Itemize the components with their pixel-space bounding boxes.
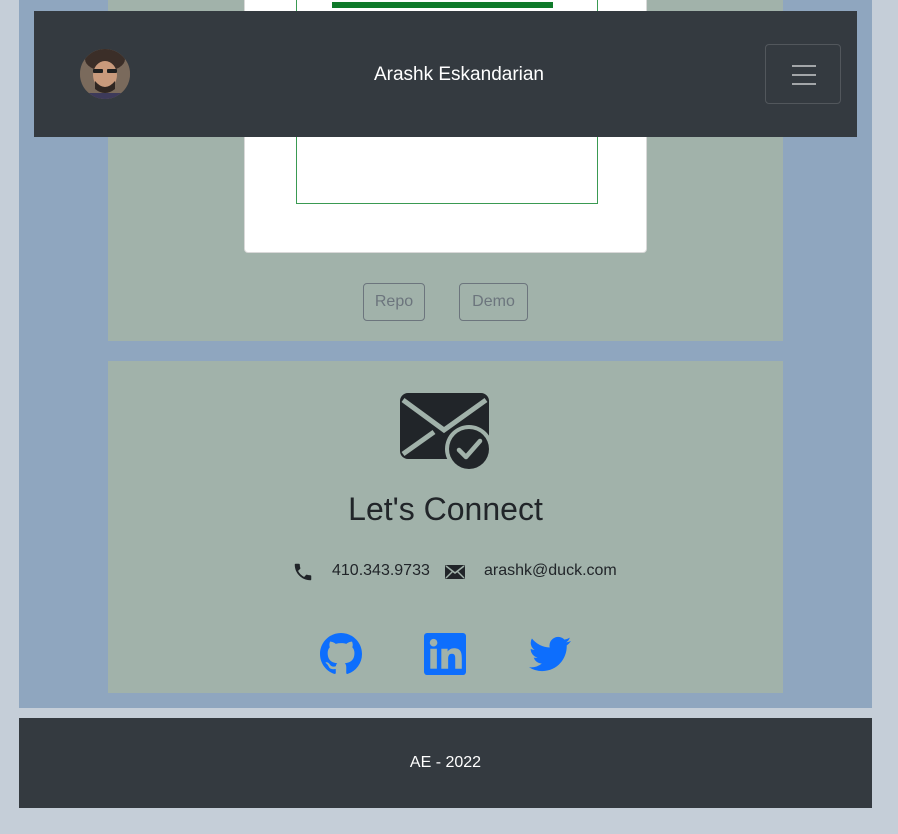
avatar[interactable] — [80, 49, 130, 99]
phone-icon — [294, 563, 312, 581]
menu-toggle-button[interactable] — [765, 44, 841, 104]
avatar-image — [80, 49, 130, 99]
repo-button[interactable]: Repo — [363, 283, 425, 321]
github-icon[interactable] — [320, 633, 362, 675]
phone-number[interactable]: 410.343.9733 — [332, 562, 430, 580]
envelope-icon — [445, 565, 465, 579]
demo-button[interactable]: Demo — [459, 283, 528, 321]
twitter-icon[interactable] — [529, 633, 571, 675]
site-footer: AE - 2022 — [19, 718, 872, 808]
brand-name[interactable]: Arashk Eskandarian — [374, 64, 544, 85]
contact-title: Let's Connect — [348, 491, 543, 527]
hamburger-icon — [792, 65, 816, 67]
mail-check-icon — [400, 393, 491, 472]
linkedin-icon[interactable] — [424, 633, 466, 675]
email-address[interactable]: arashk@duck.com — [484, 562, 617, 580]
hamburger-icon-line — [792, 83, 816, 85]
hamburger-icon-line — [792, 74, 816, 76]
footer-text: AE - 2022 — [409, 754, 482, 771]
